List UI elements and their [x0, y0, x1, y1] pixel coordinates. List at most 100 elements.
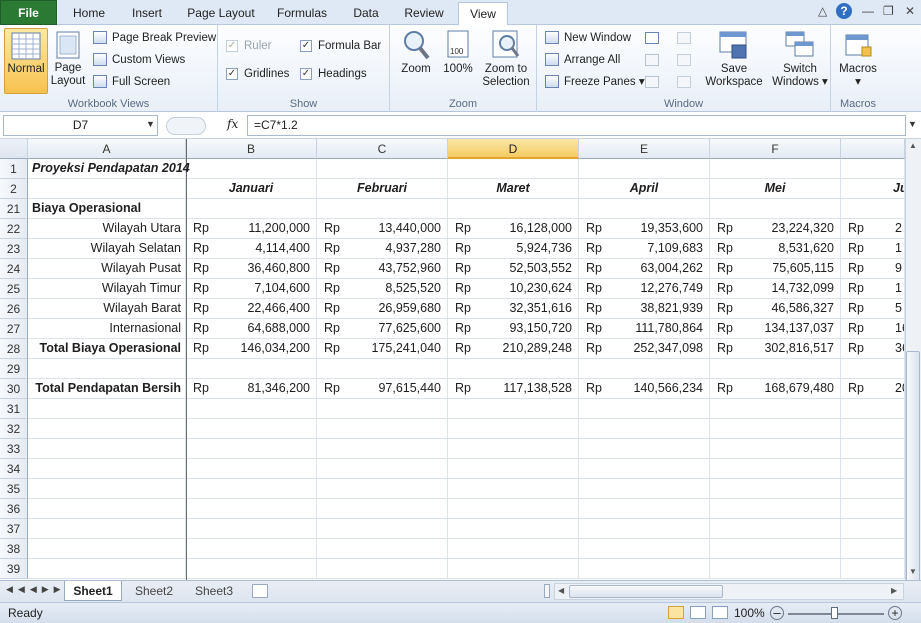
column-header-a[interactable]: A	[28, 139, 186, 159]
empty-cell[interactable]	[317, 419, 448, 439]
value-cell[interactable]: Rp 4,937,280	[317, 239, 448, 259]
empty-cell[interactable]	[317, 499, 448, 519]
month-header[interactable]: April	[579, 179, 710, 199]
formula-bar-resize-handle[interactable]	[166, 117, 206, 135]
value-cell[interactable]: Rp 1	[841, 279, 905, 299]
value-cell[interactable]: Rp 26,959,680	[317, 299, 448, 319]
value-cell[interactable]: Rp 52,503,552	[448, 259, 579, 279]
formula-bar-checkbox[interactable]: ✓ Formula Bar	[300, 37, 381, 55]
empty-cell[interactable]	[186, 459, 317, 479]
row-header[interactable]: 30	[0, 379, 28, 399]
empty-cell[interactable]	[186, 159, 317, 179]
tab-view[interactable]: View	[458, 2, 508, 26]
cell-a[interactable]	[28, 519, 186, 539]
value-cell[interactable]: Rp 22,466,400	[186, 299, 317, 319]
page-break-preview-button[interactable]: Page Break Preview	[93, 29, 216, 47]
empty-cell[interactable]	[841, 479, 905, 499]
view-side-by-side-icon[interactable]	[677, 32, 691, 44]
window-minimize-icon[interactable]: —	[862, 4, 874, 18]
empty-cell[interactable]	[448, 559, 579, 579]
empty-cell[interactable]	[317, 159, 448, 179]
page-layout-status-icon[interactable]	[690, 606, 706, 619]
empty-cell[interactable]	[710, 419, 841, 439]
cell-a[interactable]	[28, 539, 186, 559]
value-cell[interactable]: Rp 175,241,040	[317, 339, 448, 359]
cell-a[interactable]	[28, 179, 186, 199]
window-close-icon[interactable]: ✕	[905, 4, 915, 18]
cell-a[interactable]	[28, 359, 186, 379]
empty-cell[interactable]	[841, 159, 905, 179]
empty-cell[interactable]	[841, 499, 905, 519]
empty-cell[interactable]	[186, 419, 317, 439]
empty-cell[interactable]	[841, 199, 905, 219]
formula-input[interactable]: =C7*1.2	[247, 115, 906, 136]
scroll-down-icon[interactable]: ▼	[909, 567, 917, 576]
switch-windows-button[interactable]: Switch Windows ▾	[771, 29, 829, 89]
value-cell[interactable]: Rp 117,138,528	[448, 379, 579, 399]
value-cell[interactable]: Rp 140,566,234	[579, 379, 710, 399]
empty-cell[interactable]	[579, 559, 710, 579]
month-header[interactable]: Ju	[841, 179, 905, 199]
value-cell[interactable]: Rp 134,137,037	[710, 319, 841, 339]
vertical-scroll-thumb[interactable]	[906, 351, 920, 589]
row-header[interactable]: 24	[0, 259, 28, 279]
column-header-f[interactable]: F	[710, 139, 841, 159]
empty-cell[interactable]	[317, 399, 448, 419]
month-header[interactable]: Januari	[186, 179, 317, 199]
empty-cell[interactable]	[186, 399, 317, 419]
row-header[interactable]: 36	[0, 499, 28, 519]
save-workspace-button[interactable]: Save Workspace	[703, 29, 765, 89]
empty-cell[interactable]	[186, 539, 317, 559]
row-header[interactable]: 27	[0, 319, 28, 339]
empty-cell[interactable]	[448, 499, 579, 519]
empty-cell[interactable]	[710, 519, 841, 539]
empty-cell[interactable]	[317, 359, 448, 379]
cell-a[interactable]	[28, 419, 186, 439]
row-header[interactable]: 38	[0, 539, 28, 559]
row-header[interactable]: 26	[0, 299, 28, 319]
row-header[interactable]: 1	[0, 159, 28, 179]
value-cell[interactable]: Rp 77,625,600	[317, 319, 448, 339]
zoom-in-icon[interactable]: +	[888, 606, 902, 620]
select-all-corner[interactable]	[0, 139, 28, 159]
value-cell[interactable]: Rp 111,780,864	[579, 319, 710, 339]
empty-cell[interactable]	[448, 479, 579, 499]
empty-cell[interactable]	[448, 359, 579, 379]
sheet-tab-sheet1[interactable]: Sheet1	[64, 581, 122, 601]
value-cell[interactable]: Rp 63,004,262	[579, 259, 710, 279]
empty-cell[interactable]	[448, 539, 579, 559]
cell-a[interactable]: Total Biaya Operasional	[28, 339, 186, 359]
full-screen-button[interactable]: Full Screen	[93, 73, 170, 91]
empty-cell[interactable]	[186, 199, 317, 219]
value-cell[interactable]: Rp 168,679,480	[710, 379, 841, 399]
new-window-button[interactable]: New Window	[545, 29, 631, 47]
empty-cell[interactable]	[448, 199, 579, 219]
empty-cell[interactable]	[317, 539, 448, 559]
empty-cell[interactable]	[448, 439, 579, 459]
reset-window-position-icon[interactable]	[677, 76, 691, 88]
tab-data[interactable]: Data	[344, 2, 388, 25]
sheet-tab-sheet2[interactable]: Sheet2	[126, 581, 182, 601]
value-cell[interactable]: Rp 5,924,736	[448, 239, 579, 259]
row-header[interactable]: 34	[0, 459, 28, 479]
cell-a[interactable]	[28, 499, 186, 519]
spreadsheet-grid[interactable]: A B C D E F 1 Proyeksi Pendapatan 2014 2 Ja…	[0, 139, 905, 580]
window-restore-icon[interactable]: ❐	[883, 4, 894, 18]
value-cell[interactable]: Rp 8,525,520	[317, 279, 448, 299]
empty-cell[interactable]	[186, 519, 317, 539]
headings-checkbox[interactable]: ✓ Headings	[300, 65, 367, 83]
row-header[interactable]: 35	[0, 479, 28, 499]
empty-cell[interactable]	[710, 499, 841, 519]
cell-a[interactable]: Proyeksi Pendapatan 2014	[28, 159, 190, 179]
empty-cell[interactable]	[710, 539, 841, 559]
row-header[interactable]: 23	[0, 239, 28, 259]
empty-cell[interactable]	[317, 559, 448, 579]
value-cell[interactable]: Rp 36	[841, 339, 905, 359]
value-cell[interactable]: Rp 1	[841, 239, 905, 259]
insert-function-icon[interactable]: fx	[227, 117, 238, 131]
empty-cell[interactable]	[448, 159, 579, 179]
value-cell[interactable]: Rp 5	[841, 299, 905, 319]
value-cell[interactable]: Rp 16,128,000	[448, 219, 579, 239]
month-header[interactable]: Maret	[448, 179, 579, 199]
empty-cell[interactable]	[317, 479, 448, 499]
